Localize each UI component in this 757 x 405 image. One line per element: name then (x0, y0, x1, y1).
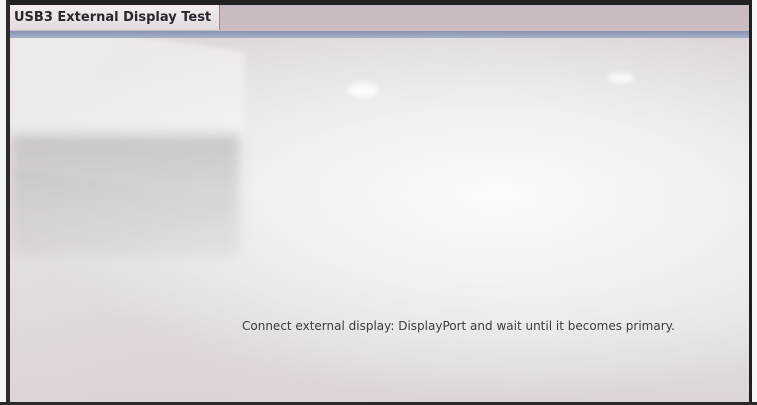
tab-bar-accent-stripe (10, 31, 749, 38)
screen-reflection-shadow (10, 135, 240, 255)
instruction-text: Connect external display: DisplayPort an… (242, 319, 675, 333)
app-window: USB3 External Display Test Connect exter… (10, 5, 749, 402)
light-glare (348, 83, 378, 97)
tab-usb3-external-display-test[interactable]: USB3 External Display Test (10, 5, 221, 30)
monitor-bezel-right (749, 0, 757, 405)
monitor-bezel-left (0, 0, 10, 405)
light-glare (608, 73, 634, 83)
tab-label: USB3 External Display Test (14, 10, 212, 25)
monitor-photo: USB3 External Display Test Connect exter… (0, 0, 757, 405)
tab-bar: USB3 External Display Test (10, 5, 749, 32)
